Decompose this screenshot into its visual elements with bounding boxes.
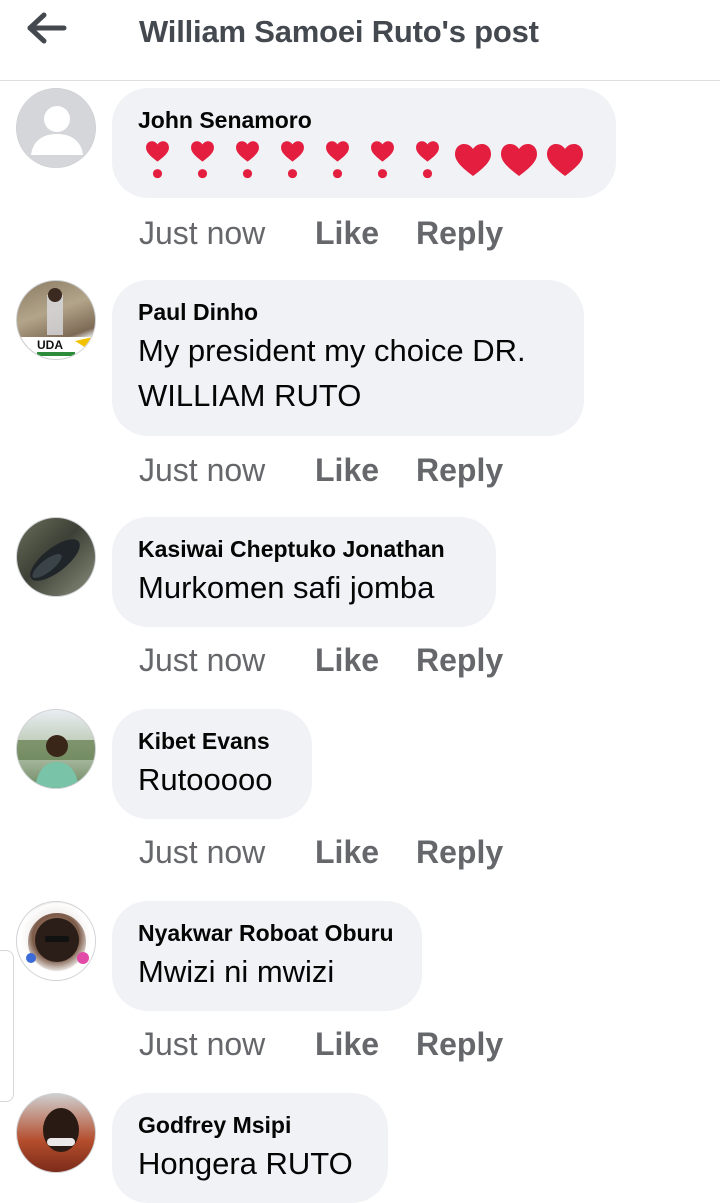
comment-bubble[interactable]: Kibet Evans Rutooooo (112, 709, 312, 819)
like-button[interactable]: Like (315, 1026, 379, 1063)
comment-text: Rutooooo (138, 762, 273, 797)
profile-photo (43, 1108, 79, 1152)
emoji-row (138, 140, 588, 180)
heavy-heart-exclamation-icon (371, 141, 394, 179)
comment-bubble[interactable]: Godfrey Msipi Hongera RUTO (112, 1093, 388, 1203)
comment-timestamp[interactable]: Just now (139, 215, 265, 251)
avatar[interactable] (16, 517, 96, 597)
red-heart-icon (501, 144, 537, 176)
comment-text: My president my choice DR. WILLIAM RUTO (138, 333, 526, 413)
comment-author[interactable]: Kibet Evans (138, 727, 284, 755)
like-button[interactable]: Like (315, 452, 379, 489)
heavy-heart-exclamation-icon (236, 141, 259, 179)
uda-badge-text: UDA (37, 338, 63, 352)
default-avatar-icon (17, 89, 95, 167)
like-button[interactable]: Like (315, 834, 379, 871)
reply-button[interactable]: Reply (416, 452, 503, 489)
comment-author[interactable]: Kasiwai Cheptuko Jonathan (138, 535, 468, 563)
comment-timestamp[interactable]: Just now (139, 642, 265, 678)
arrow-left-icon (27, 12, 67, 44)
comment-timestamp[interactable]: Just now (139, 1026, 265, 1062)
red-heart-icon (455, 144, 491, 176)
reply-button[interactable]: Reply (416, 642, 503, 679)
comment-author[interactable]: Paul Dinho (138, 298, 556, 326)
avatar[interactable] (16, 709, 96, 789)
comment-bubble[interactable]: Kasiwai Cheptuko Jonathan Murkomen safi … (112, 517, 496, 627)
avatar[interactable]: UDA (16, 280, 96, 360)
comment-actions: Just now Like Reply (139, 215, 503, 252)
comment-actions: Just now Like Reply (139, 642, 503, 679)
comment-author[interactable]: Godfrey Msipi (138, 1111, 360, 1139)
avatar[interactable] (16, 1093, 96, 1173)
top-bar: William Samoei Ruto's post (0, 0, 720, 81)
comment-text: Murkomen safi jomba (138, 570, 435, 605)
profile-photo (18, 903, 95, 980)
heavy-heart-exclamation-icon (326, 141, 349, 179)
comment-timestamp[interactable]: Just now (139, 834, 265, 870)
heavy-heart-exclamation-icon (146, 141, 169, 179)
reply-button[interactable]: Reply (416, 215, 503, 252)
heavy-heart-exclamation-icon (281, 141, 304, 179)
profile-photo: UDA (17, 288, 95, 359)
comment-actions: Just now Like Reply (139, 1026, 503, 1063)
heavy-heart-exclamation-icon (416, 141, 439, 179)
profile-photo (17, 735, 95, 788)
side-drawer-handle[interactable] (0, 950, 14, 1102)
comment-timestamp[interactable]: Just now (139, 452, 265, 488)
back-button[interactable] (26, 10, 70, 46)
page-title: William Samoei Ruto's post (139, 14, 539, 49)
comment-bubble[interactable]: Nyakwar Roboat Oburu Mwizi ni mwizi (112, 901, 422, 1011)
red-heart-icon (547, 144, 583, 176)
comment-text: Hongera RUTO (138, 1146, 353, 1181)
comment-text: Mwizi ni mwizi (138, 954, 335, 989)
reply-button[interactable]: Reply (416, 834, 503, 871)
like-button[interactable]: Like (315, 642, 379, 679)
avatar[interactable] (16, 901, 96, 981)
comment-author[interactable]: Nyakwar Roboat Oburu (138, 919, 394, 947)
avatar[interactable] (16, 88, 96, 168)
profile-photo (30, 539, 80, 581)
reply-button[interactable]: Reply (416, 1026, 503, 1063)
comment-bubble[interactable]: John Senamoro (112, 88, 616, 198)
like-button[interactable]: Like (315, 215, 379, 252)
comment-bubble[interactable]: Paul Dinho My president my choice DR. WI… (112, 280, 584, 436)
heavy-heart-exclamation-icon (191, 141, 214, 179)
comment-actions: Just now Like Reply (139, 452, 503, 489)
comment-actions: Just now Like Reply (139, 834, 503, 871)
comment-author[interactable]: John Senamoro (138, 106, 588, 134)
